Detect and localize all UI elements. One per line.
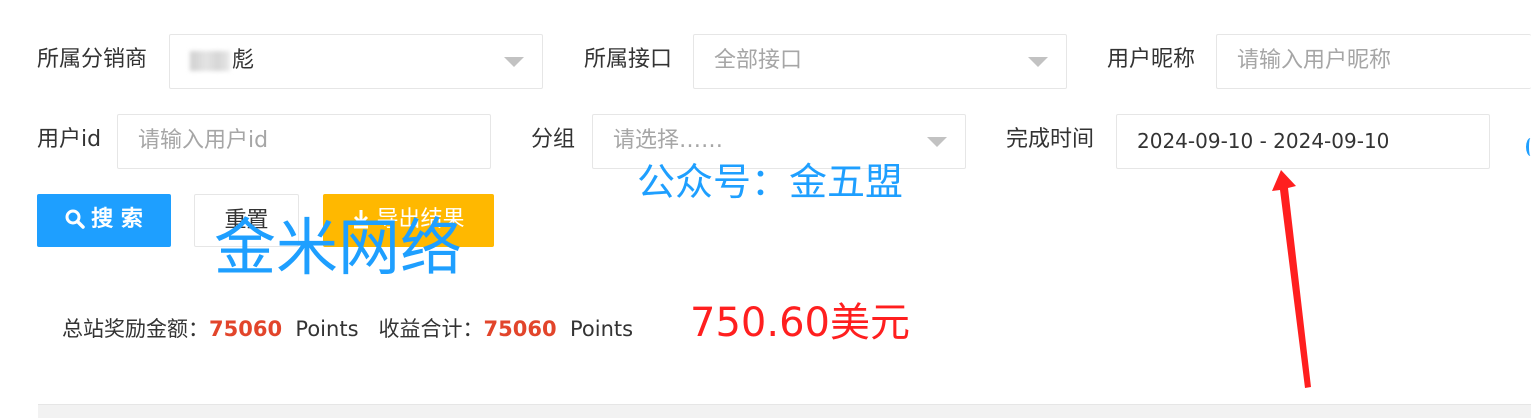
- blurred-name-mask: [190, 51, 230, 71]
- time-label: 完成时间: [1006, 127, 1095, 152]
- search-button-label: 搜 索: [91, 207, 143, 232]
- search-icon: [65, 209, 85, 229]
- search-button[interactable]: 搜 索: [37, 194, 171, 247]
- total-reward-label: 总站奖励金额：: [62, 317, 209, 341]
- userid-input[interactable]: 请输入用户id: [117, 114, 491, 169]
- nickname-placeholder: 请输入用户昵称: [1237, 48, 1392, 73]
- chevron-down-icon: [1028, 57, 1048, 67]
- interface-select[interactable]: 全部接口: [693, 34, 1067, 89]
- interface-label: 所属接口: [584, 47, 673, 72]
- distributor-label: 所属分销商: [37, 47, 148, 72]
- group-placeholder: 请选择……: [613, 128, 724, 153]
- watermark-overlay-text: 金米网络: [214, 211, 463, 284]
- edge-indicator: [1526, 138, 1531, 156]
- distributor-value: 彪: [232, 48, 255, 73]
- stats-line: 总站奖励金额：75060 Points 收益合计：75060 Points: [62, 313, 633, 343]
- interface-value: 全部接口: [714, 48, 803, 73]
- time-range-input[interactable]: 2024-09-10 - 2024-09-10: [1116, 114, 1490, 169]
- nickname-label: 用户昵称: [1107, 47, 1196, 72]
- table-header-strip: [38, 404, 1531, 418]
- chevron-down-icon: [504, 57, 524, 67]
- group-label: 分组: [531, 127, 576, 152]
- distributor-select[interactable]: 彪: [169, 34, 543, 89]
- usd-total-annotation: 750.60美元: [690, 300, 910, 346]
- income-unit: Points: [569, 317, 634, 341]
- wechat-overlay-text: 公众号：金五盟: [637, 160, 904, 204]
- total-reward-value: 75060: [209, 317, 283, 341]
- nickname-input[interactable]: 请输入用户昵称: [1216, 34, 1531, 89]
- income-value: 75060: [483, 317, 557, 341]
- total-reward-unit: Points: [295, 317, 359, 341]
- time-range-value: 2024-09-10 - 2024-09-10: [1137, 129, 1390, 153]
- userid-label: 用户id: [37, 127, 102, 152]
- chevron-down-icon: [927, 137, 947, 147]
- income-label: 收益合计：: [378, 317, 484, 341]
- userid-placeholder: 请输入用户id: [138, 128, 269, 153]
